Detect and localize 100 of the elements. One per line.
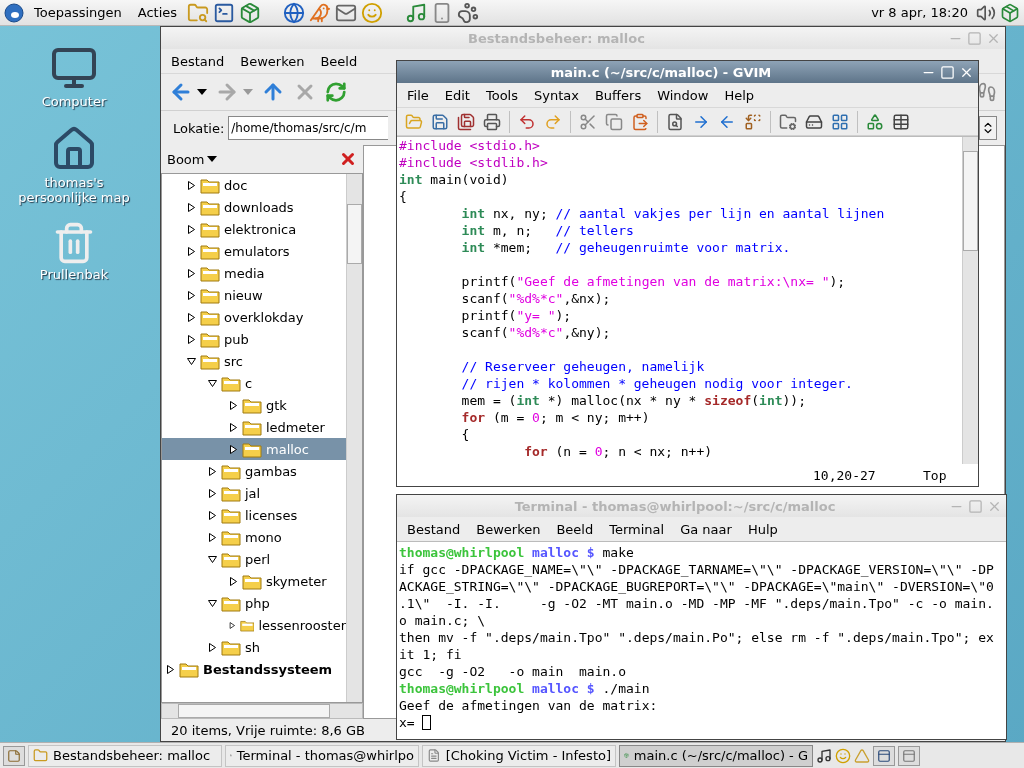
- expander-icon[interactable]: [208, 488, 217, 498]
- taskbar-button[interactable]: Bestandsbeheer: malloc: [28, 744, 222, 767]
- expander-icon[interactable]: [229, 422, 238, 432]
- expander-icon[interactable]: [208, 532, 217, 542]
- caret-icon[interactable]: [197, 89, 207, 95]
- horizontal-scrollbar[interactable]: [161, 703, 363, 719]
- expander-icon[interactable]: [187, 312, 196, 322]
- copy-icon[interactable]: [605, 112, 623, 131]
- save-icon[interactable]: [431, 112, 449, 131]
- tree-item[interactable]: gambas: [162, 460, 346, 482]
- cut-icon[interactable]: [579, 112, 597, 131]
- expander-icon[interactable]: [187, 202, 196, 212]
- panel-menu[interactable]: Toepassingen: [28, 5, 128, 20]
- tree-item[interactable]: emulators: [162, 240, 346, 262]
- tree-item[interactable]: c: [162, 372, 346, 394]
- menu-item[interactable]: Bewerken: [470, 521, 547, 537]
- tree-item[interactable]: media: [162, 262, 346, 284]
- tree-item[interactable]: Bestandssysteem: [162, 658, 346, 680]
- paw-icon[interactable]: [457, 1, 480, 24]
- menu-item[interactable]: Edit: [438, 87, 476, 103]
- tree-item[interactable]: jal: [162, 482, 346, 504]
- close-icon[interactable]: [339, 150, 357, 168]
- tree-item[interactable]: mono: [162, 526, 346, 548]
- paste-icon[interactable]: [631, 112, 649, 131]
- tree-item[interactable]: downloads: [162, 196, 346, 218]
- expander-icon[interactable]: [166, 664, 175, 674]
- expander-icon[interactable]: [187, 246, 196, 256]
- menu-item[interactable]: Help: [718, 87, 761, 103]
- tree-item[interactable]: src: [162, 350, 346, 372]
- expander-icon[interactable]: [187, 224, 196, 234]
- expander-icon[interactable]: [187, 268, 196, 278]
- expander-icon[interactable]: [208, 510, 217, 520]
- save-all-icon[interactable]: [457, 112, 475, 131]
- menu-item[interactable]: Beeld: [314, 53, 364, 69]
- table-icon[interactable]: [892, 112, 910, 131]
- scrollbar[interactable]: [962, 137, 978, 464]
- expander-icon[interactable]: [187, 180, 196, 190]
- undo-icon[interactable]: [518, 112, 536, 131]
- bird-icon[interactable]: [309, 1, 332, 24]
- tree-item[interactable]: nieuw: [162, 284, 346, 306]
- menu-item[interactable]: Bestand: [165, 53, 231, 69]
- expander-icon[interactable]: [187, 334, 196, 344]
- panel-menu[interactable]: Acties: [131, 5, 184, 20]
- sidebar-selector[interactable]: Boom: [167, 151, 217, 167]
- workspace-switcher[interactable]: [873, 745, 895, 766]
- foot-logo-icon[interactable]: [4, 2, 24, 23]
- expander-icon[interactable]: [208, 554, 217, 564]
- spin-button[interactable]: [979, 116, 997, 140]
- menu-item[interactable]: Tools: [479, 87, 524, 103]
- expander-icon[interactable]: [208, 378, 217, 388]
- print-icon[interactable]: [483, 112, 501, 131]
- expander-icon[interactable]: [229, 620, 236, 630]
- grid-icon[interactable]: [831, 112, 849, 131]
- music-note-icon[interactable]: [816, 747, 832, 764]
- expander-icon[interactable]: [208, 598, 217, 608]
- menu-item[interactable]: Ga naar: [674, 521, 738, 537]
- menu-item[interactable]: Bestand: [401, 521, 467, 537]
- expander-icon[interactable]: [208, 642, 217, 652]
- tree-item[interactable]: sh: [162, 636, 346, 658]
- tree-item[interactable]: perl: [162, 548, 346, 570]
- tree-item[interactable]: doc: [162, 174, 346, 196]
- find-icon[interactable]: [666, 112, 684, 131]
- taskbar-button[interactable]: [Choking Victim - Infesto]: [422, 744, 616, 767]
- expander-icon[interactable]: [208, 466, 217, 476]
- menu-item[interactable]: Bewerken: [234, 53, 311, 69]
- menu-item[interactable]: Beeld: [550, 521, 600, 537]
- find-replace-icon[interactable]: [744, 112, 762, 131]
- tree-item[interactable]: ledmeter: [162, 416, 346, 438]
- show-desktop-button[interactable]: [3, 745, 25, 766]
- tree-item[interactable]: licenses: [162, 504, 346, 526]
- menu-item[interactable]: File: [401, 87, 435, 103]
- expander-icon[interactable]: [229, 444, 238, 454]
- reload-icon[interactable]: [325, 81, 347, 103]
- location-field[interactable]: /home/thomas/src/c/m: [228, 116, 389, 140]
- expander-icon[interactable]: [229, 400, 238, 410]
- folder-gear-icon[interactable]: [779, 112, 797, 131]
- tree-item[interactable]: overklokday: [162, 306, 346, 328]
- shapes-icon[interactable]: [866, 112, 884, 131]
- menu-item[interactable]: Buffers: [588, 87, 648, 103]
- disk-gear-icon[interactable]: [805, 112, 823, 131]
- expander-icon[interactable]: [187, 356, 196, 366]
- taskbar-button[interactable]: Terminal - thomas@whirlpo: [225, 744, 419, 767]
- tree-item[interactable]: lessenrooster: [162, 614, 346, 636]
- workspace-switcher[interactable]: [898, 745, 920, 766]
- clock[interactable]: vr 8 apr, 18:20: [867, 5, 972, 20]
- expander-icon[interactable]: [229, 576, 238, 586]
- speaker-icon[interactable]: [976, 2, 996, 23]
- tree-item[interactable]: elektronica: [162, 218, 346, 240]
- tree-item[interactable]: gtk: [162, 394, 346, 416]
- tree-item[interactable]: php: [162, 592, 346, 614]
- taskbar-button[interactable]: main.c (~/src/c/malloc) - G: [619, 744, 813, 767]
- tree-item[interactable]: skymeter: [162, 570, 346, 592]
- menu-item[interactable]: Terminal: [603, 521, 671, 537]
- expander-icon[interactable]: [187, 290, 196, 300]
- menu-item[interactable]: Window: [651, 87, 715, 103]
- menu-item[interactable]: Syntax: [528, 87, 585, 103]
- tree-item[interactable]: pub: [162, 328, 346, 350]
- scrollbar[interactable]: [346, 174, 362, 702]
- globe-icon[interactable]: [283, 1, 306, 24]
- menu-item[interactable]: Hulp: [741, 521, 784, 537]
